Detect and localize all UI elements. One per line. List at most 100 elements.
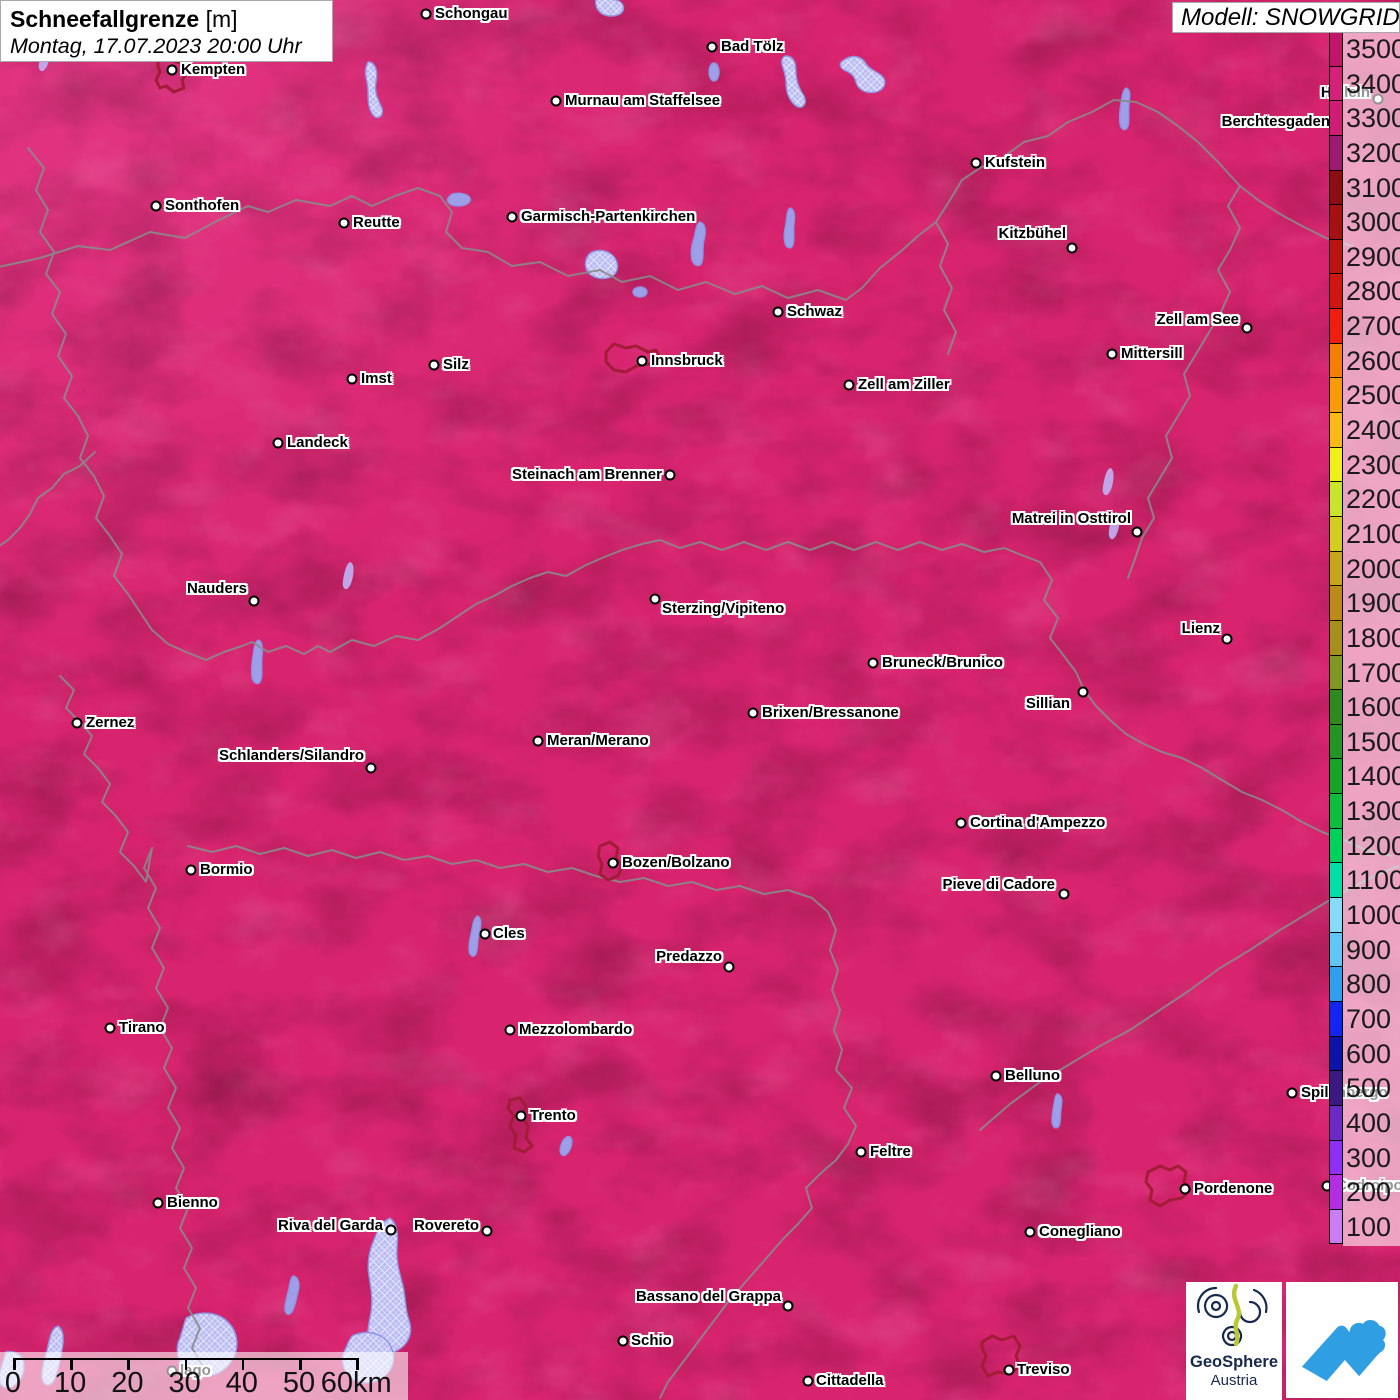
legend-value: 500 bbox=[1346, 1071, 1391, 1106]
city-dot-icon bbox=[1132, 527, 1143, 538]
city-dot-icon bbox=[551, 96, 562, 107]
city-dot-icon bbox=[650, 594, 661, 605]
city-dot-icon bbox=[956, 818, 967, 829]
legend-value: 1100 bbox=[1346, 863, 1400, 898]
legend-row: 3000 bbox=[1329, 205, 1400, 240]
city-label: Zell am See bbox=[1156, 311, 1239, 329]
city-label: Silz bbox=[443, 356, 469, 374]
legend-value: 3100 bbox=[1346, 171, 1400, 206]
city-label: Pieve di Cadore bbox=[942, 876, 1055, 894]
legend-row: 3500 bbox=[1329, 32, 1400, 67]
city-label: Kufstein bbox=[985, 154, 1045, 172]
city-label: Predazzo bbox=[656, 948, 722, 966]
city-dot-icon bbox=[347, 374, 358, 385]
city-label: Sterzing/Vipiteno bbox=[662, 600, 784, 618]
legend-swatch bbox=[1329, 343, 1343, 379]
city-dot-icon bbox=[856, 1147, 867, 1158]
legend-swatch bbox=[1329, 758, 1343, 794]
legend-row: 2800 bbox=[1329, 274, 1400, 309]
legend-row: 1000 bbox=[1329, 898, 1400, 933]
legend-value: 1900 bbox=[1346, 586, 1400, 621]
legend-value: 2100 bbox=[1346, 517, 1400, 552]
city-dot-icon bbox=[1059, 889, 1070, 900]
legend-row: 2600 bbox=[1329, 344, 1400, 379]
city-label: Innsbruck bbox=[651, 352, 723, 370]
legend-value: 2400 bbox=[1346, 413, 1400, 448]
city-label: Kitzbühel bbox=[999, 225, 1067, 243]
city-dot-icon bbox=[1242, 323, 1253, 334]
scalebar-tick-label: 50 bbox=[283, 1367, 315, 1400]
city-dot-icon bbox=[665, 470, 676, 481]
city-label: Conegliano bbox=[1039, 1223, 1121, 1241]
city-dot-icon bbox=[748, 708, 759, 719]
city-dot-icon bbox=[608, 858, 619, 869]
legend-swatch bbox=[1329, 481, 1343, 517]
legend-swatch bbox=[1329, 1070, 1343, 1106]
city-label: Pordenone bbox=[1194, 1180, 1272, 1198]
legend-value: 3400 bbox=[1346, 67, 1400, 102]
legend-row: 3400 bbox=[1329, 67, 1400, 102]
legend-row: 2400 bbox=[1329, 413, 1400, 448]
city-dot-icon bbox=[868, 658, 879, 669]
legend-swatch bbox=[1329, 66, 1343, 102]
legend-value: 2900 bbox=[1346, 240, 1400, 275]
legend-row: 1600 bbox=[1329, 690, 1400, 725]
city-dot-icon bbox=[1107, 349, 1118, 360]
city-dot-icon bbox=[724, 962, 735, 973]
legend-swatch bbox=[1329, 1105, 1343, 1141]
legend-row: 400 bbox=[1329, 1106, 1400, 1141]
city-dot-icon bbox=[773, 307, 784, 318]
city-dot-icon bbox=[803, 1376, 814, 1387]
city-dot-icon bbox=[151, 201, 162, 212]
legend-swatch bbox=[1329, 377, 1343, 413]
city-label: Schwaz bbox=[787, 303, 842, 321]
legend-row: 700 bbox=[1329, 1002, 1400, 1037]
legend-row: 2900 bbox=[1329, 240, 1400, 275]
city-label: Bruneck/Brunico bbox=[882, 654, 1003, 672]
legend-swatch bbox=[1329, 1001, 1343, 1037]
city-label: Meran/Merano bbox=[547, 732, 649, 750]
city-label: Murnau am Staffelsee bbox=[565, 92, 720, 110]
title-unit: [m] bbox=[206, 6, 238, 32]
city-dot-icon bbox=[1287, 1088, 1298, 1099]
legend-row: 300 bbox=[1329, 1141, 1400, 1176]
snowfall-limit-map-screen: SchongauBad TölzKemptenMurnau am Staffel… bbox=[0, 0, 1400, 1400]
legend-swatch bbox=[1329, 204, 1343, 240]
city-dot-icon bbox=[421, 9, 432, 20]
city-label: Trento bbox=[530, 1107, 576, 1125]
legend-value: 1000 bbox=[1346, 898, 1400, 933]
city-dot-icon bbox=[844, 380, 855, 391]
legend-row: 2100 bbox=[1329, 517, 1400, 552]
city-dot-icon bbox=[1078, 687, 1089, 698]
legend-swatch bbox=[1329, 308, 1343, 344]
city-label: Schlanders/Silandro bbox=[219, 747, 364, 765]
legend-row: 1100 bbox=[1329, 863, 1400, 898]
legend-value: 2200 bbox=[1346, 482, 1400, 517]
legend-swatch bbox=[1329, 412, 1343, 448]
city-dot-icon bbox=[991, 1071, 1002, 1082]
legend-row: 3200 bbox=[1329, 136, 1400, 171]
legend-row: 1500 bbox=[1329, 725, 1400, 760]
city-dot-icon bbox=[429, 360, 440, 371]
city-dot-icon bbox=[507, 212, 518, 223]
city-label: Sonthofen bbox=[165, 197, 239, 215]
city-label: Nauders bbox=[187, 580, 247, 598]
legend-swatch bbox=[1329, 689, 1343, 725]
city-label: Matrei in Osttirol bbox=[1012, 510, 1131, 528]
legend-swatch bbox=[1329, 135, 1343, 171]
model-label: Modell: SNOWGRID bbox=[1181, 5, 1391, 31]
legend-row: 2200 bbox=[1329, 482, 1400, 517]
city-dot-icon bbox=[783, 1301, 794, 1312]
legend-row: 1700 bbox=[1329, 656, 1400, 691]
legend-swatch bbox=[1329, 447, 1343, 483]
city-dot-icon bbox=[1004, 1365, 1015, 1376]
scalebar-tick-label: 20 bbox=[111, 1367, 143, 1400]
city-dot-icon bbox=[1222, 634, 1233, 645]
legend-value: 2300 bbox=[1346, 448, 1400, 483]
geosphere-logo-icon bbox=[1192, 1282, 1276, 1348]
legend-swatch bbox=[1329, 273, 1343, 309]
city-dot-icon bbox=[1025, 1227, 1036, 1238]
legend-swatch bbox=[1329, 31, 1343, 67]
city-dot-icon bbox=[366, 763, 377, 774]
geosphere-country: Austria bbox=[1186, 1372, 1282, 1390]
